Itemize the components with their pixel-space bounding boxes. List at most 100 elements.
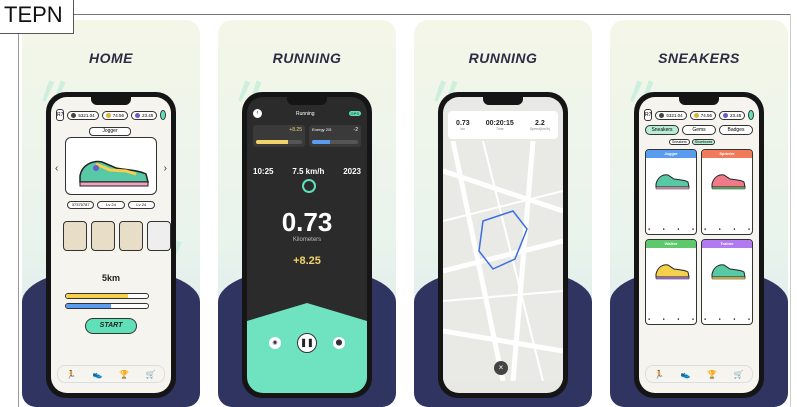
sneaker-card[interactable]: Walker ● ● ● ● xyxy=(645,239,697,325)
start-button[interactable]: START xyxy=(85,318,137,334)
pause-button[interactable]: ❚❚ xyxy=(297,333,317,353)
balance-pill-3[interactable]: 23.45 xyxy=(718,110,746,120)
screenshot-card-sneakers: 〃 SNEAKERS R7 5321.04 74.56 23.45 Sneake… xyxy=(610,20,788,407)
shoe-icon[interactable]: 👟 xyxy=(681,370,691,379)
sneaker-icon xyxy=(79,160,149,187)
tab-sneakers[interactable]: Sneakers xyxy=(645,125,679,135)
tab-badges[interactable]: Badges xyxy=(719,125,753,135)
back-icon[interactable]: ‹ xyxy=(253,109,262,118)
app-label: TEPN xyxy=(0,0,74,34)
podium-icon[interactable]: 🏆 xyxy=(119,370,129,379)
sneaker-card[interactable]: Sprinter ● ● ● ● xyxy=(701,149,753,235)
card-title: HOME xyxy=(89,50,133,66)
speed-gauge-icon xyxy=(302,179,316,193)
map-screen: 0.73 km 00:20:15 Time 2.2 Speed(km/h) × xyxy=(443,97,563,393)
earn-box: +8.25 xyxy=(253,125,305,147)
bottom-nav: 🏃 👟 🏆 🛒 xyxy=(645,365,753,383)
phone-frame: ‹ Running GPS +8.25 Energy 2/5 -2 10:25 … xyxy=(242,92,372,398)
coin-icon xyxy=(105,112,111,118)
sneaker-type-label: Jogger xyxy=(646,150,696,158)
balance-pill-2[interactable]: 74.56 xyxy=(689,110,716,120)
sneaker-type-label: Sprinter xyxy=(702,150,752,158)
close-button[interactable]: × xyxy=(494,361,508,375)
mystery-box-empty[interactable] xyxy=(147,221,171,251)
divider-top xyxy=(74,14,791,15)
inventory-tabs: Sneakers Gems Badges xyxy=(645,125,753,135)
subtab-sneakers[interactable]: Sneakers xyxy=(669,139,690,145)
sneaker-card[interactable]: Trainer ● ● ● ● xyxy=(701,239,753,325)
stat-level-2: Lv 24 xyxy=(127,201,155,209)
run-time: 10:25 xyxy=(253,167,274,176)
sneaker-type-label: Trainer xyxy=(702,240,752,248)
card-title: SNEAKERS xyxy=(658,50,740,66)
screenshot-card-home: 〃 〃 HOME R7 5321.04 74.56 23.45 Jogger xyxy=(22,20,200,407)
sneaker-icon xyxy=(655,174,690,190)
balance-pill-1[interactable]: 5321.04 xyxy=(655,110,687,120)
wallet-bar: R7 5321.04 74.56 23.45 xyxy=(56,109,166,121)
summary-speed: 2.2 xyxy=(535,119,545,127)
divider-right xyxy=(790,14,791,407)
cart-icon[interactable]: 🛒 xyxy=(146,370,156,379)
run-status: Running xyxy=(295,110,315,117)
mystery-box[interactable] xyxy=(63,221,87,251)
gem-icon xyxy=(134,112,140,118)
home-screen: R7 5321.04 74.56 23.45 Jogger ‹ › 373757… xyxy=(51,97,171,393)
avatar[interactable]: R7 xyxy=(56,109,65,121)
run-stats: 10:25 7.5 km/h 2023 xyxy=(253,167,361,176)
balance-pill-1[interactable]: 5321.04 xyxy=(67,110,99,120)
energy-row: +8.25 Energy 2/5 -2 xyxy=(253,125,361,147)
summary-time: 00:20:15 xyxy=(485,119,514,127)
sneaker-stats: 37375787 Lv 24 Lv 24 xyxy=(67,201,155,209)
phone-frame: R7 5321.04 74.56 23.45 Sneakers Gems Bad… xyxy=(634,92,764,398)
run-header: ‹ Running GPS xyxy=(253,109,361,118)
distance-unit: Kilometers xyxy=(292,237,322,243)
run-summary: 0.73 km 00:20:15 Time 2.2 Speed(km/h) xyxy=(448,111,558,139)
token-icon xyxy=(71,112,77,118)
avatar[interactable]: R7 xyxy=(644,109,653,121)
location-icon[interactable]: ◉ xyxy=(269,337,281,349)
card-title: RUNNING xyxy=(468,50,538,66)
screenshot-card-running: 〃 RUNNING ‹ Running GPS +8.25 Energy 2/5… xyxy=(218,20,396,407)
sneaker-type-badge: Jogger xyxy=(89,127,131,136)
next-arrow-icon[interactable]: › xyxy=(164,163,167,174)
cart-icon[interactable]: 🛒 xyxy=(734,370,744,379)
stat-level: Lv 24 xyxy=(97,201,125,209)
gps-badge: GPS xyxy=(348,111,361,116)
run-icon[interactable]: 🏃 xyxy=(654,370,664,379)
run-icon[interactable]: 🏃 xyxy=(66,370,76,379)
subtab-shoeboxes[interactable]: Shoeboxes xyxy=(691,139,716,145)
token-icon xyxy=(659,112,665,118)
inventory-subtabs: Sneakers Shoeboxes xyxy=(669,139,716,145)
durability-bar xyxy=(65,303,149,309)
divider-left xyxy=(18,34,19,407)
energy-box: Energy 2/5 -2 xyxy=(309,125,361,147)
phone-frame: R7 5321.04 74.56 23.45 Jogger ‹ › 373757… xyxy=(46,92,176,398)
earned-value: +8.25 xyxy=(293,255,321,267)
wallet-button[interactable] xyxy=(160,110,166,120)
distance-value: 0.73 xyxy=(281,207,333,237)
sneaker-card[interactable]: Jogger ● ● ● ● xyxy=(645,149,697,235)
sneaker-icon xyxy=(711,174,746,190)
sneaker-type-label: Walker xyxy=(646,240,696,248)
tab-gems[interactable]: Gems xyxy=(682,125,716,135)
shoe-icon[interactable]: 👟 xyxy=(93,370,103,379)
sneaker-grid: Jogger ● ● ● ● Sprinter ● ● ● ● Walker ● ● ● ● Tr… xyxy=(645,149,753,325)
mystery-box[interactable] xyxy=(91,221,115,251)
mystery-box[interactable] xyxy=(119,221,143,251)
shoe-icon[interactable]: ⬤ xyxy=(333,337,345,349)
route-map[interactable] xyxy=(443,141,563,381)
prev-arrow-icon[interactable]: ‹ xyxy=(55,163,58,174)
balance-pill-2[interactable]: 74.56 xyxy=(101,110,128,120)
podium-icon[interactable]: 🏆 xyxy=(707,370,717,379)
energy-bar xyxy=(65,293,149,299)
balance-pill-3[interactable]: 23.45 xyxy=(130,110,158,120)
wallet-bar: R7 5321.04 74.56 23.45 xyxy=(644,109,754,121)
sneakers-screen: R7 5321.04 74.56 23.45 Sneakers Gems Bad… xyxy=(639,97,759,393)
sneaker-icon xyxy=(655,264,690,280)
wallet-button[interactable] xyxy=(748,110,754,120)
gem-icon xyxy=(722,112,728,118)
card-title: RUNNING xyxy=(272,50,342,66)
sneaker-display xyxy=(65,137,157,195)
distance-label: 5km xyxy=(101,273,120,283)
stat-id: 37375787 xyxy=(67,201,95,209)
